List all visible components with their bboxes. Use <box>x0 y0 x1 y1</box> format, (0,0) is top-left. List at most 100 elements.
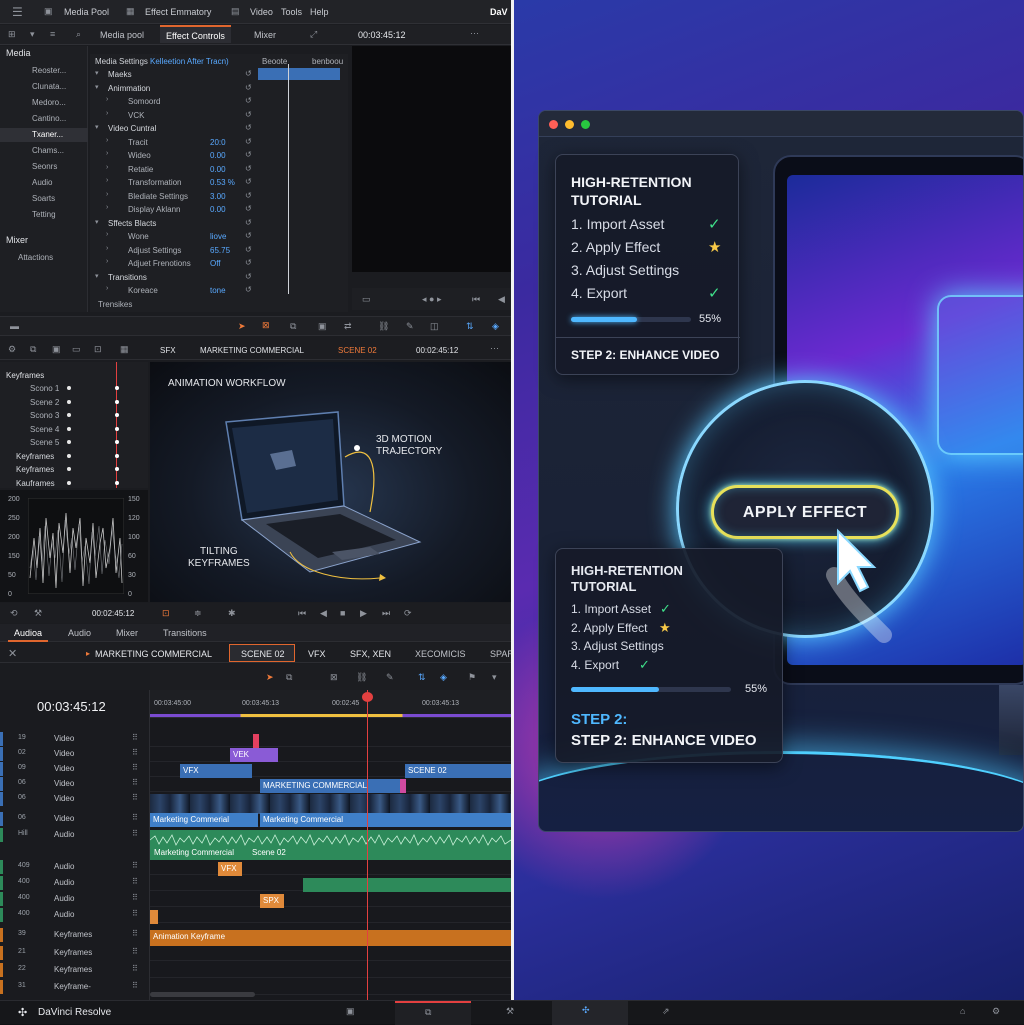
grid-small-icon[interactable]: ▦ <box>120 344 129 355</box>
play-reverse-icon[interactable]: ◀ <box>498 294 505 305</box>
media-item[interactable]: Tetting <box>0 208 88 222</box>
tl-select-icon[interactable]: ➤ <box>266 672 274 683</box>
ec-expand-icon[interactable]: › <box>106 285 108 292</box>
timeline-playhead-handle[interactable] <box>362 692 373 702</box>
keyframe-item[interactable]: Scene 5 <box>30 438 59 447</box>
track-controls-icon[interactable]: ⠿ <box>132 877 138 886</box>
ec-row-value[interactable]: 20:0 <box>210 138 226 147</box>
ec-reset-icon[interactable]: ↺ <box>245 83 252 92</box>
page-fusion-icon[interactable]: ⚒ <box>506 1006 514 1017</box>
track-controls-icon[interactable]: ⠿ <box>132 947 138 956</box>
stop-icon[interactable]: ■ <box>340 608 345 618</box>
close-icon[interactable]: ✕ <box>8 647 17 660</box>
track-name[interactable]: Audio <box>54 862 74 871</box>
ec-expand-icon[interactable]: ▾ <box>95 272 99 280</box>
tl-pen-icon[interactable]: ✎ <box>386 672 394 683</box>
layout-icon[interactable]: ⊞ <box>8 29 16 40</box>
clip-marketing-commercial[interactable]: MARKETING COMMERCIAL <box>260 779 400 793</box>
keyframe-item[interactable]: Keyframes <box>16 452 54 461</box>
link-clip-icon[interactable]: ⛓ <box>378 321 389 332</box>
track-name[interactable]: Keyframes <box>54 965 92 974</box>
tl-trim-icon[interactable]: ⧉ <box>286 672 292 683</box>
keyframe-dot[interactable] <box>115 399 119 404</box>
blade-tool-icon[interactable]: ⊠ <box>262 320 270 331</box>
clip-video-thumbnails[interactable] <box>150 794 511 814</box>
loop-icon[interactable]: ⟲ <box>10 608 18 619</box>
scene-bar-sfx[interactable]: SFX <box>160 346 176 355</box>
track-name[interactable]: Video <box>54 814 74 823</box>
track-name[interactable]: Keyframe- <box>54 982 91 991</box>
keyframe-item[interactable]: Scono 1 <box>30 384 59 393</box>
track-controls-icon[interactable]: ⠿ <box>132 763 138 772</box>
track-name[interactable]: Audio <box>54 878 74 887</box>
tl-snap-icon[interactable]: ⇅ <box>418 672 426 683</box>
track-name[interactable]: Video <box>54 764 74 773</box>
settings-gear-icon[interactable]: ⚙ <box>992 1006 1000 1017</box>
link-icon[interactable]: ⤢ <box>310 29 317 40</box>
keyframe-dot[interactable] <box>115 386 119 390</box>
slip-tool-icon[interactable]: ⇄ <box>344 321 352 332</box>
track-controls-icon[interactable]: ⠿ <box>132 929 138 938</box>
track-controls-icon[interactable]: ⠿ <box>132 829 138 838</box>
clip-animation-keyframe[interactable]: Animation Keyframe <box>150 930 511 946</box>
media-item[interactable]: Cantino... <box>0 112 88 126</box>
clip-scene02-video[interactable]: SCENE 02 <box>405 764 511 778</box>
keyframe-item[interactable]: Scono 3 <box>30 411 59 420</box>
keyframe-item[interactable]: Scene 2 <box>30 398 59 407</box>
ec-reset-icon[interactable]: ↺ <box>245 285 252 294</box>
keyframe-dot[interactable] <box>67 386 71 390</box>
sparkle-icon[interactable]: ✱ <box>228 608 236 619</box>
keyframe-item[interactable]: Keyframes <box>16 465 54 474</box>
tl-more-icon[interactable]: ▾ <box>492 672 497 683</box>
ec-row-value[interactable]: 0.00 <box>210 165 226 174</box>
ec-row-value[interactable]: 65.75 <box>210 246 230 255</box>
monitor-icon[interactable]: ▭ <box>362 294 371 305</box>
prev-frame-icon[interactable]: ◂ ● ▸ <box>422 294 441 305</box>
ec-reset-icon[interactable]: ↺ <box>245 150 252 159</box>
page-media-icon[interactable]: ▣ <box>346 1006 355 1017</box>
track-controls-icon[interactable]: ⠿ <box>132 813 138 822</box>
tab-mixer[interactable]: Mixer <box>248 26 282 44</box>
ec-expand-icon[interactable]: › <box>106 177 108 184</box>
keyframe-dot[interactable] <box>115 426 119 431</box>
tl-blade-icon[interactable]: ⊠ <box>330 672 338 683</box>
ec-expand-icon[interactable]: › <box>106 150 108 157</box>
clip-vfx-video[interactable]: VFX <box>180 764 252 778</box>
box-icon[interactable]: ▣ <box>52 344 61 355</box>
keyframe-dot[interactable] <box>67 453 71 458</box>
selection-tool-icon[interactable]: ➤ <box>238 321 246 332</box>
tl-flag-icon[interactable]: ⚑ <box>468 672 476 683</box>
track-name[interactable]: Audio <box>54 830 74 839</box>
search-icon[interactable]: ⌕ <box>76 29 81 40</box>
skip-end-icon[interactable]: ⏭ <box>382 608 390 619</box>
ec-expand-icon[interactable]: › <box>106 204 108 211</box>
ec-reset-icon[interactable]: ↺ <box>245 258 252 267</box>
ec-expand-icon[interactable]: ▾ <box>95 123 99 131</box>
ec-reset-icon[interactable]: ↺ <box>245 177 252 186</box>
mixer-item[interactable]: Attactions <box>18 253 53 262</box>
tl-tab-scene[interactable]: SCENE 02 <box>241 649 285 659</box>
tl-tab-marketing[interactable]: MARKETING COMMERCIAL <box>95 649 212 659</box>
ec-expand-icon[interactable]: › <box>106 245 108 252</box>
menu-help[interactable]: Help <box>310 7 329 17</box>
keyframe-dot[interactable] <box>115 480 119 485</box>
clip-vek[interactable]: VEK <box>230 748 278 762</box>
clip-small-orange[interactable] <box>150 910 158 924</box>
ec-reset-icon[interactable]: ↺ <box>245 272 252 281</box>
media-item[interactable]: Audio <box>0 176 88 190</box>
ec-expand-icon[interactable]: › <box>106 137 108 144</box>
ec-expand-icon[interactable]: › <box>106 191 108 198</box>
more-icon-2[interactable]: ⋯ <box>490 343 499 354</box>
window-maximize-icon[interactable] <box>581 120 590 129</box>
ec-row-value[interactable]: 0.00 <box>210 205 226 214</box>
track-controls-icon[interactable]: ⠿ <box>132 981 138 990</box>
ec-expand-icon[interactable]: › <box>106 110 108 117</box>
copy-icon[interactable]: ⧉ <box>30 344 36 355</box>
track-name[interactable]: Video <box>54 734 74 743</box>
ec-row-value[interactable]: 3.00 <box>210 192 226 201</box>
monitor-small-icon[interactable]: ▭ <box>72 344 81 355</box>
ec-reset-icon[interactable]: ↺ <box>245 123 252 132</box>
menu-tools[interactable]: Tools <box>281 7 302 17</box>
film-icon[interactable]: ▣ <box>318 321 327 332</box>
keyframe-dot[interactable] <box>67 480 71 485</box>
